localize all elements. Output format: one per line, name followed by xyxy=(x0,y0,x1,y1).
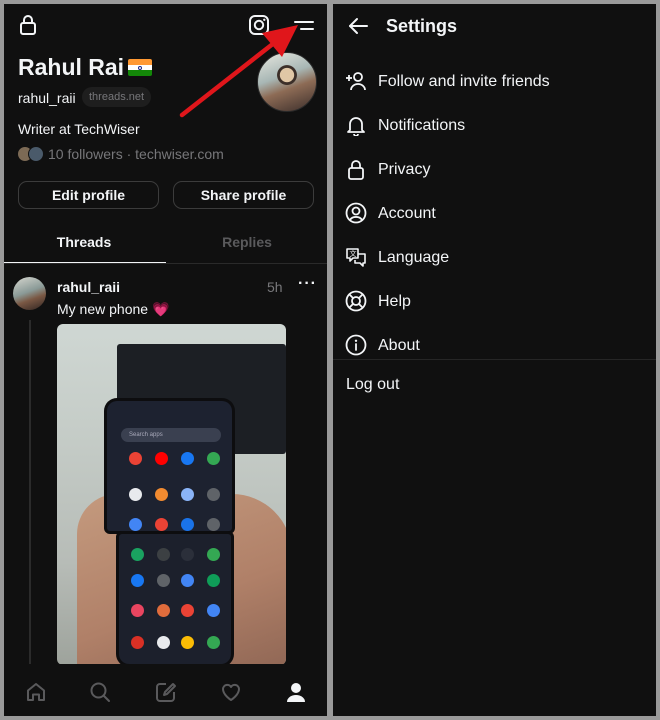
settings-item-follow-invite[interactable]: Follow and invite friends xyxy=(333,60,656,104)
profile-name: Rahul Rai xyxy=(18,54,125,80)
settings-item-label: About xyxy=(378,337,420,354)
log-out-button[interactable]: Log out xyxy=(346,376,399,394)
add-person-icon xyxy=(345,70,367,97)
post-timestamp: 5h xyxy=(267,279,283,295)
settings-item-help[interactable]: Help xyxy=(333,280,656,324)
profile-username: rahul_raii xyxy=(18,90,76,106)
india-flag-icon xyxy=(128,59,152,76)
info-icon xyxy=(345,334,367,361)
account-circle-icon xyxy=(345,202,367,229)
followers-link[interactable]: 10 followers · techwiser.com xyxy=(48,146,224,162)
post-username[interactable]: rahul_raii xyxy=(57,279,120,295)
lifebuoy-icon xyxy=(345,290,367,317)
active-tab-indicator xyxy=(4,262,166,263)
settings-item-label: Follow and invite friends xyxy=(378,73,550,90)
lock-icon xyxy=(345,158,367,185)
threads-domain-badge[interactable]: threads.net xyxy=(82,87,152,107)
lock-icon[interactable] xyxy=(18,14,38,36)
settings-item-language[interactable]: 文 Language xyxy=(333,236,656,280)
settings-item-about[interactable]: About xyxy=(333,324,656,368)
post-text: My new phone 💗 xyxy=(57,301,170,317)
settings-item-label: Account xyxy=(378,205,436,222)
language-icon: 文 xyxy=(345,246,367,273)
settings-item-label: Notifications xyxy=(378,117,466,134)
settings-item-label: Help xyxy=(378,293,411,310)
settings-item-privacy[interactable]: Privacy xyxy=(333,148,656,192)
bell-icon xyxy=(345,114,367,141)
bottom-navigation xyxy=(4,664,327,716)
profile-screen: Rahul Rai rahul_raii threads.net Writer … xyxy=(4,4,327,716)
tabs-divider xyxy=(4,263,327,264)
back-arrow-icon[interactable] xyxy=(347,16,369,36)
heart-icon[interactable] xyxy=(219,680,243,709)
compose-icon[interactable] xyxy=(154,680,178,709)
settings-item-notifications[interactable]: Notifications xyxy=(333,104,656,148)
profile-bio: Writer at TechWiser xyxy=(18,121,140,137)
profile-icon[interactable] xyxy=(284,680,308,709)
tab-replies[interactable]: Replies xyxy=(167,234,327,250)
edit-profile-button[interactable]: Edit profile xyxy=(18,181,159,209)
share-profile-button[interactable]: Share profile xyxy=(173,181,314,209)
settings-title: Settings xyxy=(386,16,458,36)
settings-divider xyxy=(333,359,656,360)
annotation-arrow xyxy=(179,25,298,118)
search-icon[interactable] xyxy=(88,680,112,709)
settings-screen: Settings Follow and invite friends Notif… xyxy=(333,4,656,716)
thread-line xyxy=(29,320,31,670)
more-options-icon[interactable]: ··· xyxy=(298,275,317,293)
post-photo[interactable]: Search apps xyxy=(57,324,286,665)
follower-avatar xyxy=(28,146,44,162)
svg-text:文: 文 xyxy=(350,249,357,258)
home-icon[interactable] xyxy=(24,680,48,709)
photo-search-bar: Search apps xyxy=(121,428,221,442)
post-avatar[interactable] xyxy=(13,277,46,310)
settings-item-account[interactable]: Account xyxy=(333,192,656,236)
settings-item-label: Language xyxy=(378,249,450,266)
settings-item-label: Privacy xyxy=(378,161,431,178)
tab-threads[interactable]: Threads xyxy=(4,234,164,250)
